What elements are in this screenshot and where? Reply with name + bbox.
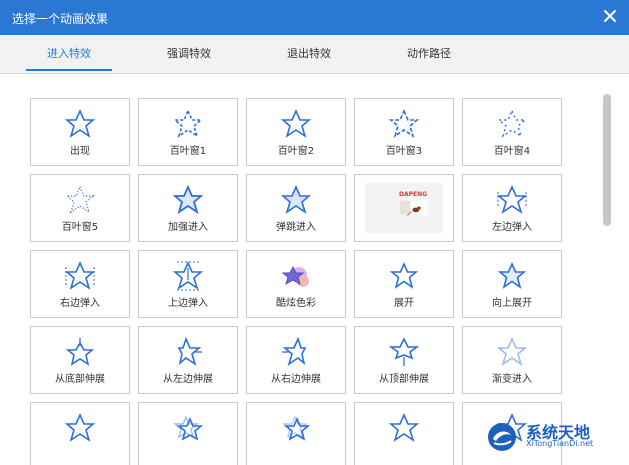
effects-panel: 出现 百叶窗1 百叶窗2 百叶窗3 百叶窗4 百叶窗5 加强进入 弹跳进入 DA… bbox=[20, 88, 596, 465]
effect-blinds-3[interactable]: 百叶窗3 bbox=[354, 98, 454, 166]
effect-label: 酷炫色彩 bbox=[276, 298, 316, 309]
animation-dialog: 选择一个动画效果 进入特效 强调特效 退出特效 动作路径 出现 百叶窗1 百叶窗… bbox=[0, 0, 629, 465]
effect-label: 展开 bbox=[394, 298, 414, 309]
effect-expand[interactable]: 展开 bbox=[354, 250, 454, 318]
dialog-title: 选择一个动画效果 bbox=[12, 12, 109, 26]
effect-row5-3[interactable] bbox=[246, 402, 346, 465]
effect-fade-enter[interactable]: 渐变进入 bbox=[462, 326, 562, 394]
tab-entrance[interactable]: 进入特效 bbox=[10, 35, 128, 73]
tab-exit[interactable]: 退出特效 bbox=[250, 35, 368, 73]
effect-label: 右边弹入 bbox=[60, 298, 100, 309]
effect-label: 上边弹入 bbox=[168, 298, 208, 309]
thumbnail-caption: DAPENG bbox=[399, 191, 428, 198]
close-icon[interactable] bbox=[601, 7, 619, 25]
effect-label: 向上展开 bbox=[492, 298, 532, 309]
title-bar: 选择一个动画效果 bbox=[0, 0, 629, 35]
effect-blinds-5[interactable]: 百叶窗5 bbox=[30, 174, 130, 242]
star-icon bbox=[497, 413, 527, 442]
star-icon bbox=[65, 413, 95, 442]
tab-motion-path[interactable]: 动作路径 bbox=[370, 35, 488, 73]
effect-label: 百叶窗1 bbox=[169, 146, 207, 157]
effect-blinds-4[interactable]: 百叶窗4 bbox=[462, 98, 562, 166]
effect-left-bounce[interactable]: 左边弹入 bbox=[462, 174, 562, 242]
effect-expand-up[interactable]: 向上展开 bbox=[462, 250, 562, 318]
star-stretch-left-icon bbox=[177, 337, 202, 366]
effect-stretch-bottom[interactable]: 从底部伸展 bbox=[30, 326, 130, 394]
effect-label: 渐变进入 bbox=[492, 374, 532, 385]
effect-right-bounce[interactable]: 右边弹入 bbox=[30, 250, 130, 318]
tab-emphasis[interactable]: 强调特效 bbox=[130, 35, 248, 73]
star-glow-icon bbox=[173, 185, 203, 215]
effect-label: 百叶窗2 bbox=[277, 146, 315, 157]
effect-cool-colors[interactable]: 酷炫色彩 bbox=[246, 250, 346, 318]
star-multiple-icon bbox=[282, 415, 311, 441]
star-left-arrows-icon bbox=[497, 185, 527, 214]
star-blinds-icon bbox=[173, 109, 203, 138]
star-icon bbox=[281, 109, 311, 138]
effect-tabs: 进入特效 强调特效 退出特效 动作路径 bbox=[0, 35, 629, 74]
star-icon bbox=[497, 262, 527, 289]
star-stretch-right-icon bbox=[282, 337, 307, 366]
star-icon bbox=[65, 109, 95, 138]
star-multiple-icon bbox=[173, 415, 203, 441]
effect-label: 百叶窗5 bbox=[61, 222, 99, 233]
effect-label: 从右边伸展 bbox=[271, 374, 321, 385]
effect-row5-1[interactable] bbox=[30, 402, 130, 465]
effect-row5-2[interactable] bbox=[138, 402, 238, 465]
effect-row5-5[interactable] bbox=[462, 402, 562, 465]
star-top-arrows-icon bbox=[173, 261, 203, 291]
effect-appear[interactable]: 出现 bbox=[30, 98, 130, 166]
effect-stretch-right[interactable]: 从右边伸展 bbox=[246, 326, 346, 394]
effect-top-bounce[interactable]: 上边弹入 bbox=[138, 250, 238, 318]
effect-blinds-1[interactable]: 百叶窗1 bbox=[138, 98, 238, 166]
effect-label: 百叶窗3 bbox=[385, 146, 423, 157]
star-icon bbox=[389, 413, 419, 442]
star-blinds-icon bbox=[497, 109, 527, 138]
effect-label: 弹跳进入 bbox=[276, 222, 316, 233]
colorful-star-icon bbox=[281, 265, 309, 287]
effect-label: 从左边伸展 bbox=[163, 374, 213, 385]
star-right-arrows-icon bbox=[65, 261, 95, 290]
effect-label: 左边弹入 bbox=[492, 222, 532, 233]
star-stretch-bottom-icon bbox=[65, 338, 95, 366]
effect-label: 从底部伸展 bbox=[55, 374, 105, 385]
vertical-scrollbar[interactable] bbox=[603, 94, 611, 226]
effect-stretch-left[interactable]: 从左边伸展 bbox=[138, 326, 238, 394]
star-dotted-icon bbox=[65, 185, 95, 214]
effect-label: 加强进入 bbox=[168, 222, 208, 233]
effect-bounce-enter[interactable]: 弹跳进入 bbox=[246, 174, 346, 242]
effect-stretch-top[interactable]: 从顶部伸展 bbox=[354, 326, 454, 394]
star-stretch-top-icon bbox=[389, 337, 419, 366]
effect-label: 从顶部伸展 bbox=[379, 374, 429, 385]
effect-image-thumbnail[interactable]: DAPENG bbox=[354, 174, 454, 242]
star-icon bbox=[389, 262, 419, 289]
effect-label: 出现 bbox=[70, 146, 90, 157]
star-faded-icon bbox=[497, 337, 527, 366]
effect-label: 百叶窗4 bbox=[493, 146, 531, 157]
effect-row5-4[interactable] bbox=[354, 402, 454, 465]
effect-strong-enter[interactable]: 加强进入 bbox=[138, 174, 238, 242]
effect-blinds-2[interactable]: 百叶窗2 bbox=[246, 98, 346, 166]
star-icon bbox=[281, 185, 311, 214]
thumbnail-image: DAPENG bbox=[365, 183, 443, 233]
star-blinds-icon bbox=[389, 109, 419, 138]
